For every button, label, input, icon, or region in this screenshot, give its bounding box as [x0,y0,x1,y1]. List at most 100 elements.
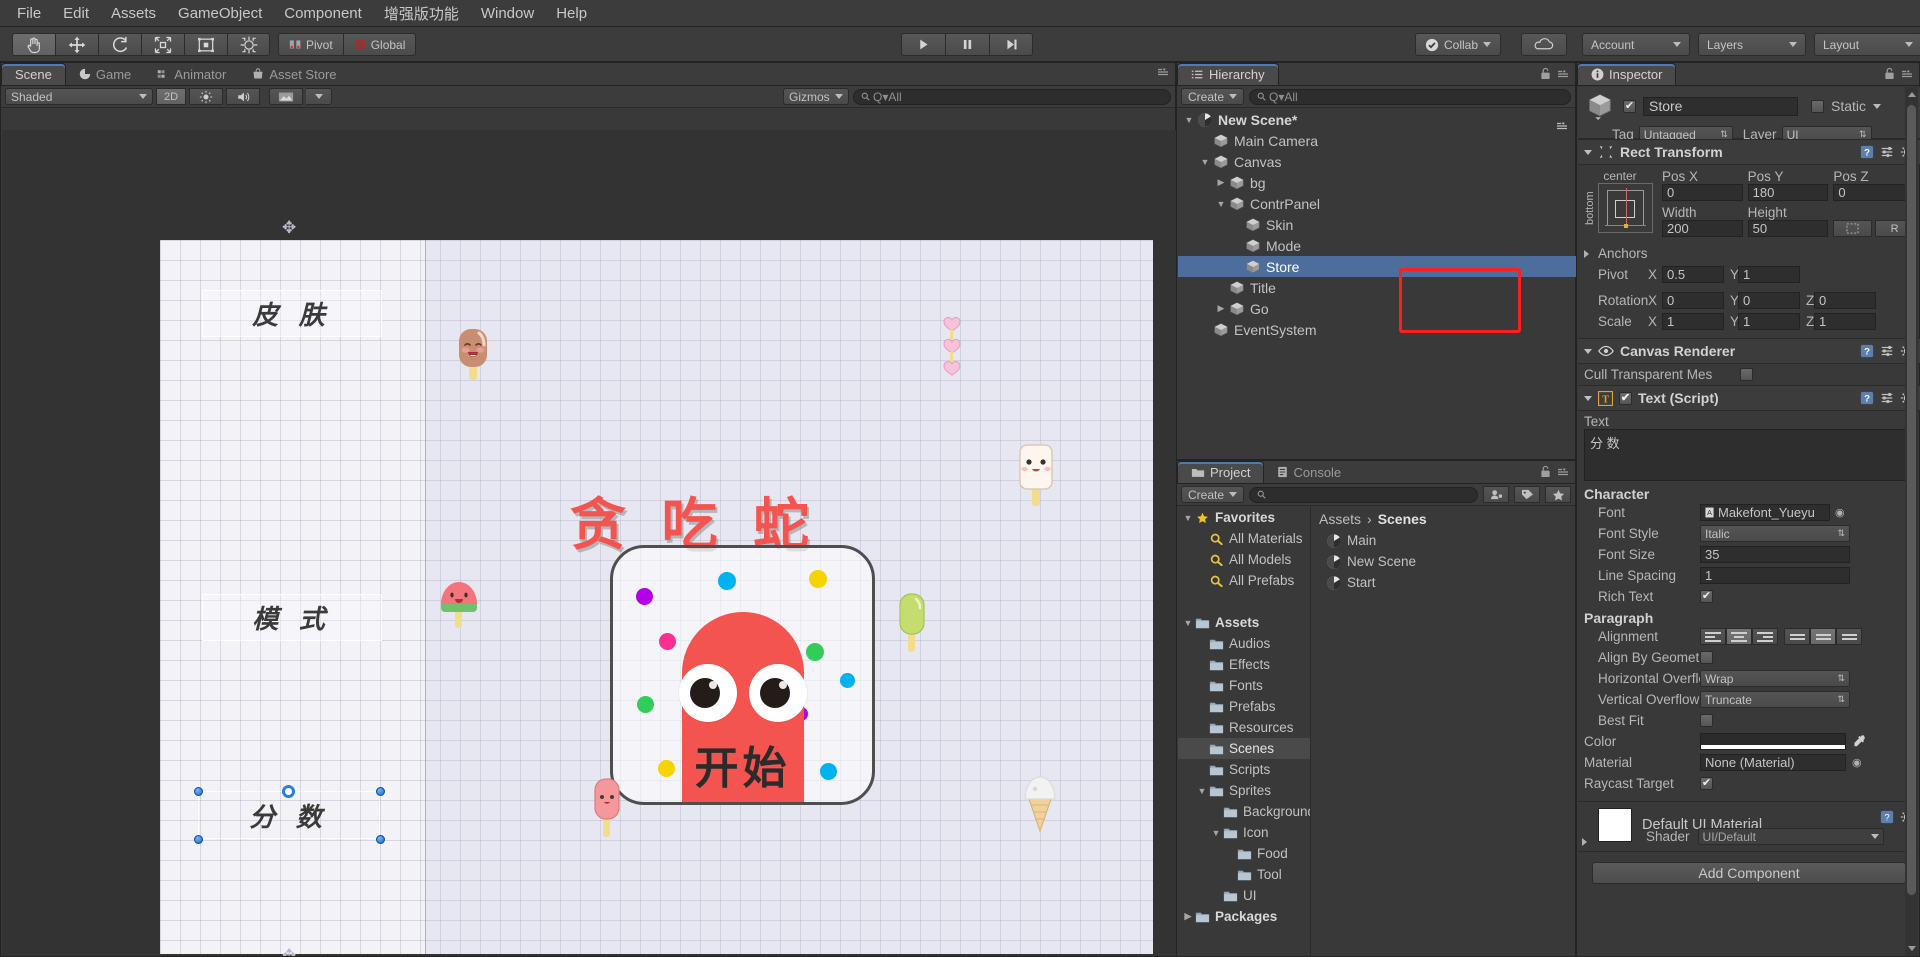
anchors-row[interactable]: Anchors [1584,243,1914,264]
panel-menu-icon[interactable] [1156,67,1170,77]
object-enabled-checkbox[interactable] [1623,99,1636,113]
help-icon[interactable]: ? [1860,391,1874,405]
cloud-button[interactable] [1521,33,1567,56]
scroll-up-arrow-icon[interactable] [1908,92,1916,97]
resize-handle-bl[interactable] [194,835,203,844]
lock-icon[interactable] [1540,465,1551,478]
project-tree-item-effects[interactable]: Effects [1178,654,1310,675]
scale-x-field[interactable]: 1 [1662,313,1724,330]
project-file-newscene[interactable]: New Scene [1311,551,1576,572]
project-tree-item-resources[interactable]: Resources [1178,717,1310,738]
pivot-x-field[interactable]: 0.5 [1662,266,1724,283]
help-icon[interactable]: ? [1860,145,1874,159]
hierarchy-create-button[interactable]: Create [1181,88,1245,105]
scale-tool-button[interactable] [141,33,184,56]
resize-handle-br[interactable] [376,835,385,844]
help-icon[interactable]: ? [1860,344,1874,358]
static-chevron-down-icon[interactable] [1873,103,1882,109]
resize-handle-tr[interactable] [376,787,385,796]
skin-button[interactable]: 皮 肤 [202,290,382,337]
gizmos-dropdown[interactable]: Gizmos [783,88,849,105]
project-tree-item-allmaterials[interactable]: All Materials [1178,528,1310,549]
rect-transform-header[interactable]: Rect Transform ? [1578,139,1920,165]
chevron-right-icon[interactable] [1582,838,1591,846]
material-object-field[interactable]: None (Material) [1700,754,1846,771]
fx-dropdown-button[interactable] [306,88,332,105]
text-value-textarea[interactable]: 分 数 [1584,429,1914,481]
menu-item-enhanced[interactable]: 增强版功能 [373,0,470,27]
inspector-scroll-thumb[interactable] [1907,105,1916,895]
object-name-field[interactable]: Store [1643,96,1798,116]
chevron-right-icon[interactable]: ▶ [1214,303,1228,314]
horizontal-overflow-dropdown[interactable]: Wrap ⇅ [1700,670,1850,687]
project-tree-item-background[interactable]: Background [1178,801,1310,822]
pos-x-field[interactable]: 0 [1662,184,1743,201]
project-tree-item-food[interactable]: Food [1178,843,1310,864]
scene-search-input[interactable]: Q▾All [853,88,1171,105]
chevron-right-icon[interactable]: ▶ [1214,177,1228,188]
add-component-button[interactable]: Add Component [1592,862,1906,884]
hierarchy-item-newscene[interactable]: ▼ New Scene* [1178,109,1576,130]
project-file-start[interactable]: Start [1311,572,1576,593]
audio-toggle-button[interactable] [226,88,260,105]
font-size-field[interactable]: 35 [1700,546,1850,563]
project-tree-item-audios[interactable]: Audios [1178,633,1310,654]
chevron-down-icon[interactable]: ▼ [1181,618,1195,628]
hierarchy-item-bg[interactable]: ▶ bg [1178,172,1576,193]
project-filter-label-button[interactable] [1514,486,1540,503]
2d-toggle-button[interactable]: 2D [156,88,186,105]
transform-tool-button[interactable] [227,33,270,56]
scale-z-field[interactable]: 1 [1814,313,1876,330]
align-by-geometry-checkbox[interactable] [1700,651,1713,664]
collapse-chevron-icon[interactable] [1584,348,1592,354]
menu-item-component[interactable]: Component [273,2,373,25]
help-icon[interactable]: ? [1880,810,1894,824]
pos-y-field[interactable]: 180 [1747,184,1829,201]
project-folder-tree[interactable]: ▼ Favorites All Materials All Models All Pre… [1178,507,1311,956]
menu-item-gameobject[interactable]: GameObject [167,2,273,25]
fx-toggle-button[interactable] [269,88,303,105]
align-bottom-button[interactable] [1836,628,1862,645]
hierarchy-item-contrpanel[interactable]: ▼ ContrPanel [1178,193,1576,214]
text-script-header[interactable]: T Text (Script) ? [1578,385,1920,411]
project-tree-item-allmodels[interactable]: All Models [1178,549,1310,570]
hierarchy-item-maincamera[interactable]: Main Camera [1178,130,1576,151]
chevron-right-icon[interactable]: ▶ [1181,911,1195,922]
line-spacing-field[interactable]: 1 [1700,567,1850,584]
project-tree-item-icon[interactable]: ▼ Icon [1178,822,1310,843]
best-fit-checkbox[interactable] [1700,714,1713,727]
score-text[interactable]: 分 数 [198,791,380,839]
object-picker-icon[interactable]: ◉ [1835,506,1845,519]
canvas-renderer-header[interactable]: Canvas Renderer ? [1578,338,1920,364]
chevron-down-icon[interactable]: ▼ [1195,786,1209,796]
project-file-list[interactable]: Main New Scene Start [1311,530,1576,593]
panel-menu-icon[interactable] [1556,69,1570,79]
preset-icon[interactable] [1880,145,1894,159]
global-toggle-button[interactable]: Global [342,33,417,56]
tab-project[interactable]: Project [1177,461,1265,483]
project-favorites-button[interactable] [1545,486,1571,503]
vertical-overflow-dropdown[interactable]: Truncate ⇅ [1700,691,1850,708]
project-tree-item-tool[interactable]: Tool [1178,864,1310,885]
rect-tool-button[interactable] [184,33,227,56]
eyedropper-icon[interactable] [1852,734,1867,749]
hierarchy-item-store[interactable]: Store [1178,256,1576,277]
hierarchy-item-canvas[interactable]: ▼ Canvas [1178,151,1576,172]
project-tree-item-allprefabs[interactable]: All Prefabs [1178,570,1310,591]
project-create-button[interactable]: Create [1181,486,1245,503]
hierarchy-search-input[interactable]: Q▾All [1249,88,1571,105]
project-tree-item-packages[interactable]: ▶ Packages [1178,906,1310,927]
lock-icon[interactable] [1540,67,1551,80]
project-tree-item-fonts[interactable]: Fonts [1178,675,1310,696]
tab-game[interactable]: Game [66,63,144,85]
lighting-toggle-button[interactable] [189,88,223,105]
hierarchy-item-mode[interactable]: Mode [1178,235,1576,256]
tab-hierarchy[interactable]: Hierarchy [1177,63,1279,85]
project-file-main[interactable]: Main [1311,530,1576,551]
project-tree-item-ui[interactable]: UI [1178,885,1310,906]
shading-mode-dropdown[interactable]: Shaded [5,88,153,105]
inspector-scrollbar[interactable] [1905,87,1918,956]
menu-item-edit[interactable]: Edit [52,2,100,25]
hierarchy-tree[interactable]: ▼ New Scene* Main Camera ▼ Canvas ▶ bg ▼ ContrPa… [1178,109,1576,459]
align-top-button[interactable] [1784,628,1810,645]
